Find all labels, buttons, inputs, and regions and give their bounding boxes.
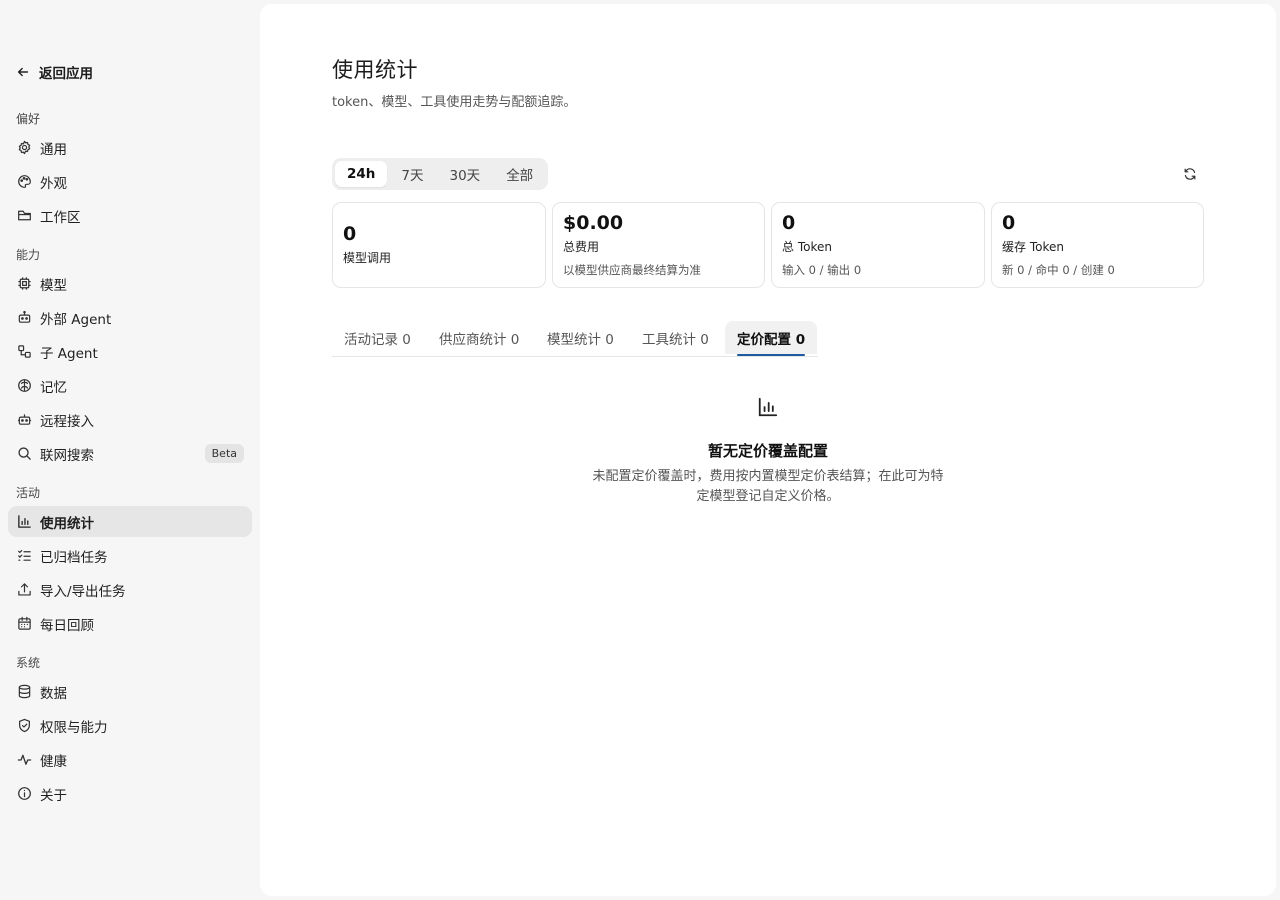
sidebar-item-general[interactable]: 通用	[8, 132, 252, 163]
chip-icon	[16, 276, 32, 292]
beta-badge: Beta	[204, 444, 244, 463]
gear-icon	[16, 140, 32, 156]
range-30d-button[interactable]: 30天	[438, 161, 493, 187]
sidebar-item-label: 使用统计	[40, 515, 94, 532]
section-label-preferences: 偏好	[16, 112, 41, 126]
sidebar-item-memory[interactable]: 记忆	[8, 370, 252, 401]
sidebar-item-label: 外部 Agent	[40, 311, 112, 328]
bar-chart-icon	[560, 396, 976, 422]
settings-sidebar: 返回应用 偏好 通用 外观 工作区 能力 模型 外部 Agent 子 Agent…	[0, 0, 260, 900]
stats-tabs: 活动记录 0 供应商统计 0 模型统计 0 工具统计 0 定价配置 0	[332, 320, 818, 357]
sidebar-item-label: 模型	[40, 277, 67, 294]
list-checks-icon	[16, 548, 32, 564]
total-cost-note: 以模型供应商最终结算为准	[563, 263, 701, 277]
tab-pricing-config[interactable]: 定价配置 0	[725, 321, 818, 356]
info-icon	[16, 786, 32, 802]
empty-state-title: 暂无定价覆盖配置	[707, 442, 828, 460]
sub-agent-icon	[16, 344, 32, 360]
robot-icon	[16, 310, 32, 326]
range-7d-button[interactable]: 7天	[389, 161, 435, 187]
activity-pulse-icon	[16, 752, 32, 768]
sidebar-item-web-search[interactable]: 联网搜索 Beta	[8, 438, 252, 469]
sidebar-item-label: 远程接入	[40, 413, 94, 430]
back-label: 返回应用	[39, 66, 93, 82]
model-calls-label: 模型调用	[343, 251, 392, 265]
section-label-capabilities: 能力	[16, 248, 41, 262]
folder-icon	[16, 208, 32, 224]
tab-activity-log[interactable]: 活动记录 0	[332, 321, 423, 354]
range-24h-button[interactable]: 24h	[335, 161, 388, 187]
total-cost-value: $0.00	[563, 212, 624, 234]
search-icon	[16, 446, 32, 462]
cache-tokens-breakdown: 新 0 / 命中 0 / 创建 0	[1002, 263, 1115, 277]
sidebar-item-import-export[interactable]: 导入/导出任务	[8, 574, 252, 605]
sidebar-item-label: 通用	[40, 141, 67, 158]
tab-model-stats[interactable]: 模型统计 0	[535, 321, 626, 354]
section-label-system: 系统	[16, 656, 41, 670]
usage-stats-panel: 使用统计 token、模型、工具使用走势与配额追踪。 24h 7天 30天 全部…	[260, 4, 1276, 896]
total-tokens-value: 0	[782, 212, 796, 234]
sidebar-item-label: 联网搜索	[40, 447, 94, 464]
sidebar-item-label: 权限与能力	[40, 719, 108, 736]
sidebar-item-label: 工作区	[40, 209, 81, 226]
back-to-app-button[interactable]: 返回应用	[16, 61, 93, 83]
empty-state: 暂无定价覆盖配置 未配置定价覆盖时，费用按内置模型定价表结算；在此可为特定模型登…	[560, 396, 976, 507]
range-all-button[interactable]: 全部	[494, 161, 545, 187]
page-subtitle: token、模型、工具使用走势与配额追踪。	[332, 95, 577, 110]
arrow-left-icon	[17, 67, 29, 77]
page-title: 使用统计	[332, 58, 418, 82]
sidebar-item-label: 关于	[40, 787, 67, 804]
sidebar-item-health[interactable]: 健康	[8, 744, 252, 775]
bar-chart-icon	[16, 514, 32, 530]
sidebar-item-sub-agent[interactable]: 子 Agent	[8, 336, 252, 367]
bot-remote-icon	[16, 412, 32, 428]
sidebar-item-data[interactable]: 数据	[8, 676, 252, 707]
tab-provider-stats[interactable]: 供应商统计 0	[427, 321, 531, 354]
refresh-button[interactable]	[1180, 164, 1200, 184]
sidebar-item-usage-stats[interactable]: 使用统计	[8, 506, 252, 537]
app-window: 返回应用 偏好 通用 外观 工作区 能力 模型 外部 Agent 子 Agent…	[0, 0, 1280, 900]
total-tokens-breakdown: 输入 0 / 输出 0	[782, 263, 862, 277]
total-tokens-label: 总 Token	[782, 240, 832, 254]
sidebar-item-archived-tasks[interactable]: 已归档任务	[8, 540, 252, 571]
sidebar-item-remote-access[interactable]: 远程接入	[8, 404, 252, 435]
brain-icon	[16, 378, 32, 394]
sidebar-item-label: 每日回顾	[40, 617, 94, 634]
stat-card-model-calls: 0 模型调用	[332, 202, 546, 288]
cache-tokens-label: 缓存 Token	[1002, 240, 1064, 254]
cache-tokens-value: 0	[1002, 212, 1016, 234]
empty-state-description: 未配置定价覆盖时，费用按内置模型定价表结算；在此可为特定模型登记自定义价格。	[592, 469, 944, 504]
total-cost-label: 总费用	[563, 240, 600, 254]
stat-card-total-tokens: 0 总 Token 输入 0 / 输出 0	[771, 202, 985, 288]
stat-card-cache-tokens: 0 缓存 Token 新 0 / 命中 0 / 创建 0	[991, 202, 1204, 288]
sidebar-item-models[interactable]: 模型	[8, 268, 252, 299]
shield-check-icon	[16, 718, 32, 734]
sidebar-item-label: 导入/导出任务	[40, 583, 126, 600]
upload-icon	[16, 582, 32, 598]
sidebar-item-label: 数据	[40, 685, 67, 702]
stat-card-total-cost: $0.00 总费用 以模型供应商最终结算为准	[552, 202, 765, 288]
sidebar-item-label: 外观	[40, 175, 67, 192]
sidebar-item-about[interactable]: 关于	[8, 778, 252, 809]
palette-icon	[16, 174, 32, 190]
section-label-activity: 活动	[16, 486, 41, 500]
sidebar-item-label: 健康	[40, 753, 67, 770]
model-calls-value: 0	[343, 223, 357, 245]
calendar-icon	[16, 616, 32, 632]
sidebar-item-label: 记忆	[40, 379, 67, 396]
tab-tool-stats[interactable]: 工具统计 0	[630, 321, 721, 354]
refresh-icon	[1184, 168, 1196, 180]
sidebar-item-permissions[interactable]: 权限与能力	[8, 710, 252, 741]
database-icon	[16, 684, 32, 700]
sidebar-item-external-agent[interactable]: 外部 Agent	[8, 302, 252, 333]
sidebar-item-appearance[interactable]: 外观	[8, 166, 252, 197]
sidebar-item-label: 已归档任务	[40, 549, 108, 566]
time-range-selector: 24h 7天 30天 全部	[332, 158, 549, 190]
sidebar-item-label: 子 Agent	[40, 345, 98, 362]
sidebar-item-daily-review[interactable]: 每日回顾	[8, 608, 252, 639]
sidebar-item-workspace[interactable]: 工作区	[8, 200, 252, 231]
